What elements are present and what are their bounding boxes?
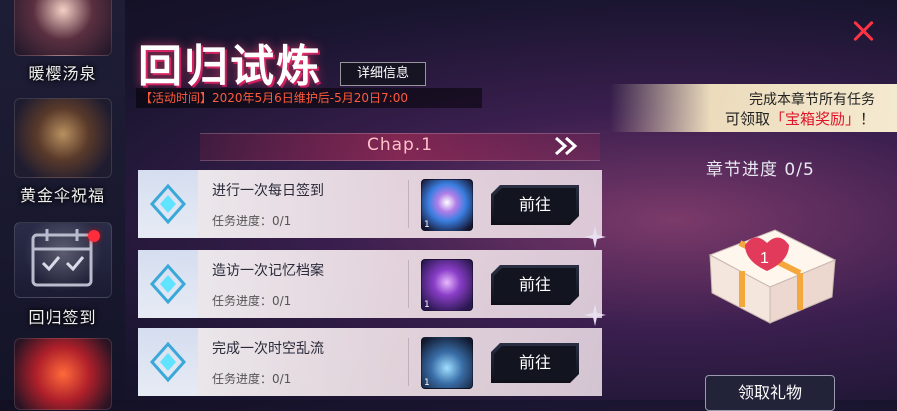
reward-suffix: ！ (859, 110, 875, 128)
reward-description: 完成本章节所有任务 (749, 92, 875, 108)
reward-item-butterfly[interactable]: 1 (421, 259, 473, 311)
chapter-progress: 章节进度 0/5 (706, 160, 815, 180)
star-icon (584, 304, 606, 326)
task-row: 完成一次时空乱流 任务进度：0/1 1 前往 (138, 328, 602, 396)
reward-item-orb[interactable]: 1 (421, 179, 473, 231)
task-progress: 任务进度：0/1 (212, 294, 292, 308)
task-icon-area (138, 328, 198, 396)
task-icon-area (138, 250, 198, 318)
task-row: 进行一次每日签到 任务进度：0/1 1 前往 (138, 170, 602, 238)
star-icon (584, 226, 606, 248)
diamond-icon (149, 341, 187, 383)
details-button[interactable]: 详细信息 (340, 62, 426, 86)
chapter-label: Chap.1 (366, 135, 434, 155)
notification-dot (88, 230, 100, 242)
go-button[interactable]: 前往 (494, 188, 576, 222)
treasure-chest-icon: 1 (700, 215, 840, 325)
item-count: 1 (424, 378, 430, 388)
diamond-icon (149, 183, 187, 225)
event-time: 【活动时间】2020年5月6日维护后-5月20日7:00 (136, 88, 482, 108)
divider (408, 180, 409, 228)
umbrella-icon (14, 98, 112, 178)
reward-claim-text: 可领取「宝箱奖励」！ (725, 108, 875, 129)
close-icon[interactable] (850, 18, 876, 44)
sidebar: 暖樱汤泉 黄金伞祝福 回归签到 (0, 0, 125, 410)
reward-item-crystal[interactable]: 1 (421, 337, 473, 389)
gift-box-icon (14, 338, 112, 410)
claim-gift-button[interactable]: 领取礼物 (705, 375, 835, 411)
svg-text:1: 1 (760, 250, 769, 267)
task-row: 造访一次记忆档案 任务进度：0/1 1 前往 (138, 250, 602, 318)
task-name: 完成一次时空乱流 (212, 341, 324, 357)
divider (408, 260, 409, 308)
task-icon-area (138, 170, 198, 238)
item-count: 1 (424, 300, 430, 310)
reward-prefix: 可领取 (724, 110, 770, 128)
task-progress: 任务进度：0/1 (212, 214, 292, 228)
page-title: 回归试炼 (138, 41, 322, 92)
task-name: 造访一次记忆档案 (212, 263, 324, 279)
divider (408, 338, 409, 386)
task-progress: 任务进度：0/1 (212, 372, 292, 386)
sidebar-item-label: 黄金伞祝福 (19, 186, 105, 205)
item-count: 1 (424, 220, 430, 230)
go-button[interactable]: 前往 (494, 268, 576, 302)
character-portrait (14, 0, 112, 56)
task-name: 进行一次每日签到 (212, 183, 324, 199)
sidebar-item-label: 回归签到 (28, 308, 97, 327)
sidebar-item-label: 暖樱汤泉 (28, 64, 97, 83)
double-chevron-right-icon[interactable] (553, 136, 581, 156)
diamond-icon (149, 263, 187, 305)
go-button[interactable]: 前往 (494, 346, 576, 380)
reward-highlight: 「宝箱奖励」 (769, 110, 860, 128)
